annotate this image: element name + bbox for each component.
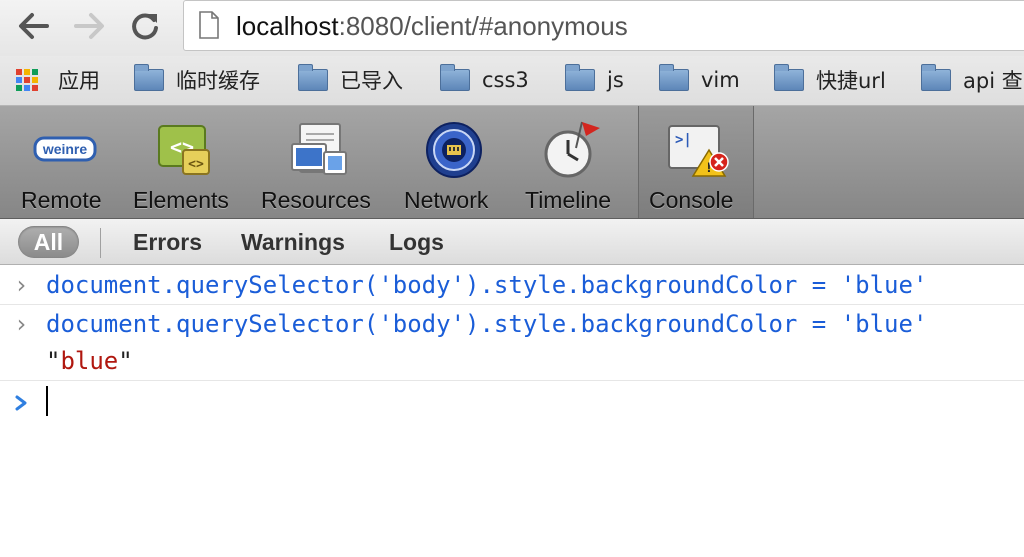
console-icon: >| ! [668,125,729,177]
result-quote: " [118,347,133,375]
timeline-icon [544,121,600,178]
bookmark-folder[interactable]: 已导入 [298,64,403,96]
network-icon [426,122,482,178]
bookmark-label: css3 [482,68,529,92]
bookmarks-bar: 应用 临时缓存 已导入 css3 js vim 快捷url api 查 [0,56,1024,106]
apps-grid-icon [16,69,38,91]
elements-icon: <> <> [158,125,210,175]
bookmark-apps[interactable]: 应用 [16,64,100,96]
bookmark-label: 临时缓存 [176,69,260,93]
tab-resources[interactable]: Resources [252,106,388,218]
svg-text:>|: >| [675,132,692,148]
tab-network[interactable]: Network [396,106,512,218]
folder-icon [921,64,951,91]
folder-icon [440,64,470,91]
bookmark-label: 已导入 [340,69,403,93]
forward-button[interactable] [71,8,107,44]
bookmark-label: 应用 [58,69,100,93]
result-quote: " [46,347,61,375]
console-output: › document.querySelector('body').style.b… [0,265,1024,557]
entry-prompt-icon: › [14,310,29,338]
bookmark-folder[interactable]: js [565,64,624,96]
bookmark-label: 快捷url [816,69,886,93]
folder-icon [659,64,689,91]
console-command: document.querySelector('body').style.bac… [46,310,928,338]
tab-console[interactable]: >| ! Console [638,106,754,218]
bookmark-label: js [607,68,624,92]
filter-logs-button[interactable]: Logs [389,227,444,257]
text-caret [46,386,48,416]
back-button[interactable] [16,8,52,44]
console-prompt-line[interactable] [0,383,1024,557]
bookmark-folder[interactable]: 快捷url [774,64,886,96]
console-entry: › document.querySelector('body').style.b… [0,305,1024,381]
bookmark-folder[interactable]: css3 [440,64,529,96]
page-icon [199,11,219,39]
tab-label: Timeline [525,187,612,213]
inspector-toolbar: weinre Remote <> <> Elements Resources N… [0,106,1024,219]
console-filter-bar: All Errors Warnings Logs [0,219,1024,265]
folder-icon [298,64,328,91]
console-entry: › document.querySelector('body').style.b… [0,265,1024,305]
folder-icon [774,64,804,91]
url-text[interactable]: localhost:8080/client/#anonymous [236,11,628,41]
forward-arrow-icon [74,13,104,39]
address-bar[interactable]: localhost:8080/client/#anonymous [183,0,1024,51]
folder-icon [134,64,164,91]
browser-address-row: localhost:8080/client/#anonymous [0,0,1024,56]
tab-label: Resources [261,187,371,213]
filter-warnings-button[interactable]: Warnings [241,227,345,257]
weinre-logo-text: weinre [42,141,88,157]
filter-all-button[interactable]: All [18,226,79,258]
svg-text:<>: <> [188,157,204,172]
console-command: document.querySelector('body').style.bac… [46,271,928,299]
weinre-logo-icon: weinre [33,136,97,162]
tab-remote[interactable]: weinre Remote [14,106,116,218]
folder-icon [565,64,595,91]
filter-errors-button[interactable]: Errors [133,227,202,257]
tab-label: Console [649,187,734,213]
console-result: "blue" [46,347,133,375]
reload-icon [132,13,158,40]
result-value: blue [60,347,119,375]
bookmark-folder[interactable]: api 查 [921,64,1023,96]
tab-label: Remote [21,187,102,213]
bookmark-folder[interactable]: 临时缓存 [134,64,260,96]
bookmark-label: api 查 [963,69,1023,93]
entry-prompt-icon: › [14,271,29,299]
tab-label: Network [404,187,489,213]
bookmark-label: vim [701,68,740,92]
url-path: :8080/client/#anonymous [338,11,628,41]
tab-timeline[interactable]: Timeline [518,106,634,218]
tab-label: Elements [133,187,229,213]
resources-icon [291,123,347,175]
back-arrow-icon [19,13,49,39]
filter-divider [100,228,101,258]
tab-elements[interactable]: <> <> Elements [126,106,244,218]
bookmark-folder[interactable]: vim [659,64,740,96]
url-host: localhost [236,11,339,41]
reload-button[interactable] [127,8,163,44]
prompt-chevron-icon [15,395,27,411]
